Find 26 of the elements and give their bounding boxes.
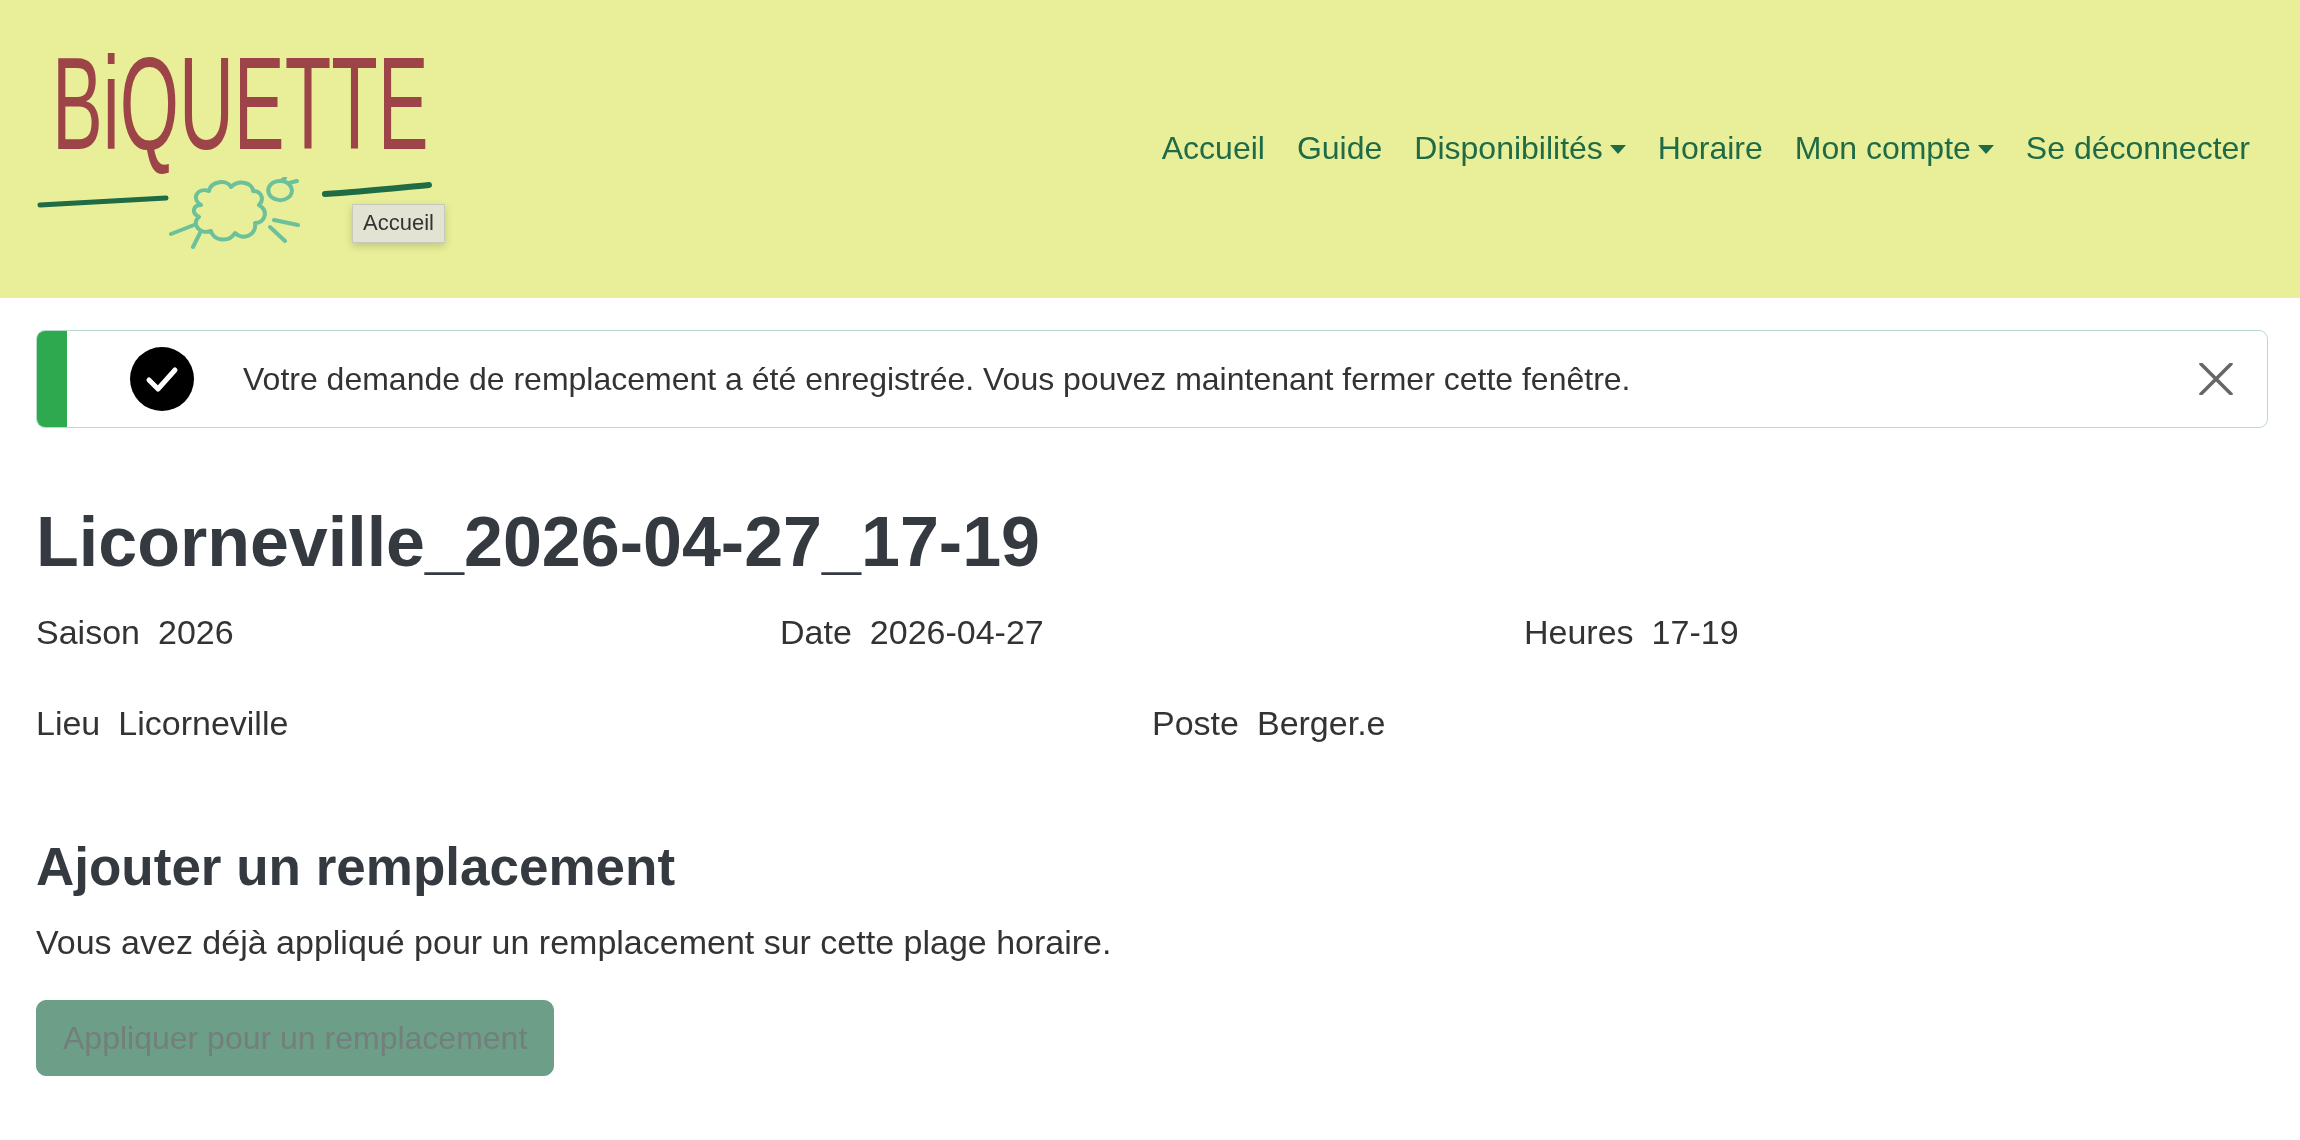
brush-stroke-icon: [37, 195, 169, 208]
nav-dropdown-toggle[interactable]: Mon compte: [1778, 122, 2010, 176]
field-label: Poste: [1152, 703, 1239, 745]
brush-stroke-icon: [322, 182, 432, 197]
field-value: 2026: [157, 612, 234, 653]
field-value: 17-19: [1651, 612, 1739, 653]
nav-link[interactable]: Guide: [1280, 122, 1399, 176]
field-value: 2026-04-27: [869, 612, 1044, 653]
nav-link[interactable]: Accueil: [1145, 122, 1281, 176]
check-circle-icon: [130, 347, 194, 411]
page-title: Licorneville_2026-04-27_17-19: [36, 502, 1041, 583]
alert-message: Votre demande de remplacement a été enregistrée. Vous pouvez maintenant fermer cette fenêtre.: [243, 360, 1631, 399]
nav-link[interactable]: Se déconnecter: [2009, 122, 2266, 176]
tooltip: Accueil: [352, 204, 445, 243]
field-label: Date: [780, 612, 852, 653]
field-value: Berger.e: [1256, 703, 1386, 745]
sheep-icon: [169, 177, 300, 249]
nav-link[interactable]: Horaire: [1641, 122, 1779, 176]
field-label: Heures: [1524, 612, 1634, 653]
field-label: Saison: [36, 612, 140, 653]
field-value: Licorneville: [118, 703, 289, 745]
close-icon: [2199, 363, 2233, 395]
section-heading: Ajouter un remplacement: [36, 835, 677, 898]
info-text: Vous avez déjà appliqué pour un remplacement sur cette plage horaire.: [36, 922, 1113, 964]
field-label: Lieu: [36, 703, 101, 745]
nav-dropdown-toggle[interactable]: Disponibilités: [1398, 122, 1642, 176]
